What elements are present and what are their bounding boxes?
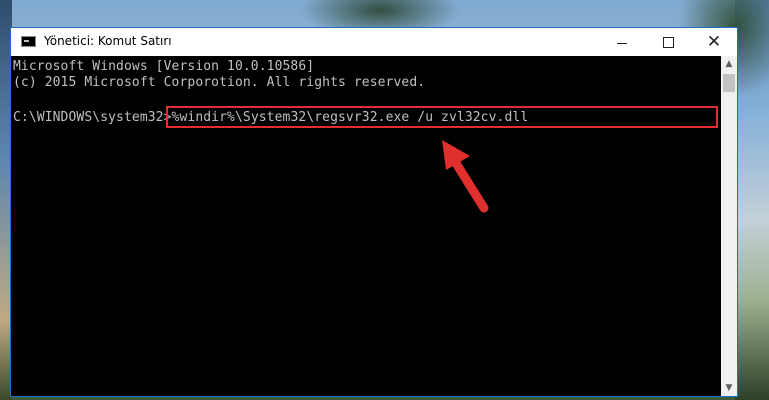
console-line-version: Microsoft Windows [Version 10.0.10586]: [13, 59, 315, 74]
scroll-down-icon[interactable]: ▼: [721, 380, 737, 396]
minimize-button[interactable]: [599, 28, 645, 56]
command-highlight-box: [166, 106, 718, 128]
scroll-thumb[interactable]: [723, 74, 735, 92]
command-prompt-window: Yönetici: Komut Satırı ✕ Microsoft Windo…: [10, 27, 738, 397]
close-button[interactable]: ✕: [691, 28, 737, 56]
console-output[interactable]: Microsoft Windows [Version 10.0.10586] (…: [11, 56, 721, 396]
console-line-copyright: (c) 2015 Microsoft Corporotion. All righ…: [13, 75, 426, 90]
title-bar[interactable]: Yönetici: Komut Satırı ✕: [11, 28, 737, 56]
console-prompt: C:\WINDOWS\system32>: [13, 110, 172, 125]
red-arrow-icon: [442, 140, 489, 213]
minimize-icon: [617, 42, 627, 44]
cmd-icon[interactable]: [21, 36, 36, 47]
maximize-icon: [662, 36, 674, 48]
maximize-button[interactable]: [645, 28, 691, 56]
vertical-scrollbar[interactable]: ▲ ▼: [721, 56, 737, 396]
palm-leaves-decoration-top: [300, 0, 460, 30]
close-icon: ✕: [706, 31, 722, 52]
scroll-up-icon[interactable]: ▲: [721, 56, 737, 72]
window-title: Yönetici: Komut Satırı: [44, 34, 172, 48]
